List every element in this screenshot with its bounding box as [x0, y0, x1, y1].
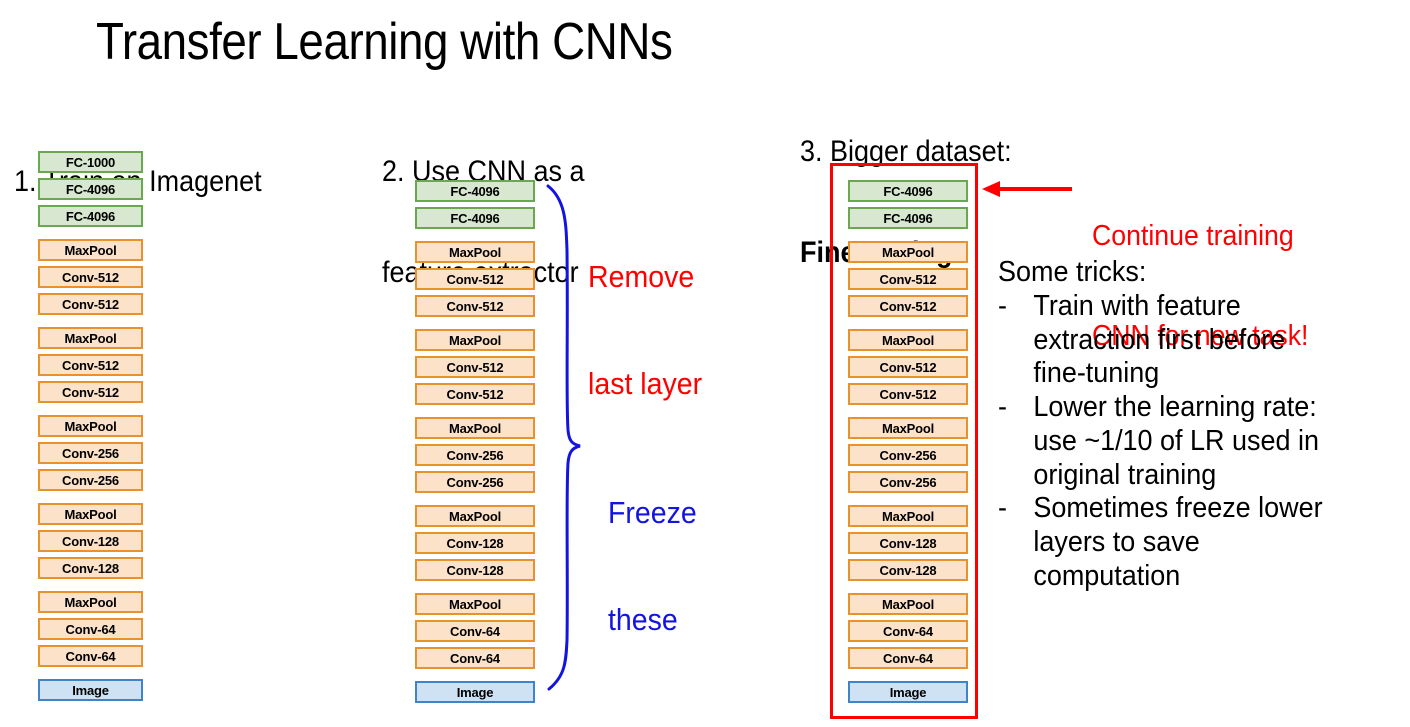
layer-box-fc-4096: FC-4096	[38, 205, 143, 227]
layer-box-maxpool: MaxPool	[848, 241, 968, 263]
layer-box-maxpool: MaxPool	[38, 327, 143, 349]
bullet-dash: -	[998, 492, 1007, 525]
tricks-item-text: Lower the learning rate: use ~1/10 of LR …	[1033, 391, 1319, 491]
layer-box-conv-256: Conv-256	[38, 469, 143, 491]
layer-box-conv-512: Conv-512	[848, 295, 968, 317]
layer-box-image: Image	[415, 681, 535, 703]
layer-box-conv-128: Conv-128	[848, 532, 968, 554]
layer-box-conv-256: Conv-256	[848, 471, 968, 493]
layer-box-conv-256: Conv-256	[38, 442, 143, 464]
layer-box-maxpool: MaxPool	[848, 329, 968, 351]
layer-box-conv-512: Conv-512	[38, 354, 143, 376]
annotation-remove-last-layer: Remove last layer	[588, 188, 702, 437]
layer-box-conv-512: Conv-512	[848, 268, 968, 290]
layer-box-fc-4096: FC-4096	[848, 207, 968, 229]
layer-box-conv-512: Conv-512	[38, 381, 143, 403]
annotation-remove-line-1: Remove	[588, 259, 695, 295]
layer-box-conv-64: Conv-64	[38, 618, 143, 640]
tricks-item: - Train with feature extraction first befo…	[998, 290, 1381, 391]
layer-box-maxpool: MaxPool	[848, 505, 968, 527]
layer-box-fc-4096: FC-4096	[38, 178, 143, 200]
layer-box-conv-512: Conv-512	[415, 295, 535, 317]
layer-box-conv-128: Conv-128	[38, 557, 143, 579]
tricks-list: Some tricks: - Train with feature extracti…	[998, 256, 1410, 594]
layer-box-maxpool: MaxPool	[38, 503, 143, 525]
layer-box-maxpool: MaxPool	[415, 241, 535, 263]
layer-box-conv-64: Conv-64	[848, 620, 968, 642]
layer-box-conv-128: Conv-128	[415, 559, 535, 581]
annotation-freeze-line-2: these	[608, 602, 678, 638]
annotation-continue-line-1: Continue training	[1092, 219, 1294, 252]
layer-box-conv-512: Conv-512	[415, 356, 535, 378]
layer-box-fc-4096: FC-4096	[415, 180, 535, 202]
layer-box-conv-512: Conv-512	[848, 356, 968, 378]
layer-box-fc-1000: FC-1000	[38, 151, 143, 173]
bullet-dash: -	[998, 391, 1007, 424]
tricks-item-text: Train with feature extraction first befor…	[1033, 289, 1286, 390]
layer-box-conv-128: Conv-128	[38, 530, 143, 552]
layer-box-conv-64: Conv-64	[848, 647, 968, 669]
layer-box-conv-256: Conv-256	[848, 444, 968, 466]
layer-box-maxpool: MaxPool	[415, 505, 535, 527]
layer-box-conv-512: Conv-512	[415, 383, 535, 405]
tricks-items: - Train with feature extraction first befo…	[998, 290, 1410, 594]
layer-box-maxpool: MaxPool	[38, 591, 143, 613]
layer-box-maxpool: MaxPool	[38, 415, 143, 437]
tricks-item: - Sometimes freeze lower layers to save com…	[998, 492, 1381, 593]
annotation-remove-line-2: last layer	[588, 366, 703, 402]
layer-box-conv-64: Conv-64	[415, 647, 535, 669]
layer-box-conv-256: Conv-256	[415, 444, 535, 466]
annotation-freeze-these: Freeze these	[608, 424, 697, 673]
layer-box-maxpool: MaxPool	[415, 593, 535, 615]
layer-box-conv-512: Conv-512	[415, 268, 535, 290]
tricks-title: Some tricks:	[998, 256, 1147, 288]
layer-box-conv-512: Conv-512	[38, 266, 143, 288]
tricks-item: - Lower the learning rate: use ~1/10 of LR…	[998, 391, 1381, 492]
network-column-fine-tuning: FC-4096 FC-4096 MaxPool Conv-512 Conv-512 Max…	[848, 180, 968, 703]
layer-box-conv-64: Conv-64	[38, 645, 143, 667]
layer-box-maxpool: MaxPool	[415, 329, 535, 351]
layer-box-conv-256: Conv-256	[415, 471, 535, 493]
network-column-imagenet: FC-1000 FC-4096 FC-4096 MaxPool Conv-512 Conv…	[38, 151, 143, 701]
annotation-freeze-line-1: Freeze	[608, 495, 697, 531]
layer-box-conv-512: Conv-512	[38, 293, 143, 315]
layer-box-image: Image	[848, 681, 968, 703]
layer-box-image: Image	[38, 679, 143, 701]
layer-box-maxpool: MaxPool	[848, 593, 968, 615]
slide-title: Transfer Learning with CNNs	[96, 13, 673, 71]
layer-box-maxpool: MaxPool	[415, 417, 535, 439]
layer-box-conv-64: Conv-64	[415, 620, 535, 642]
tricks-item-text: Sometimes freeze lower layers to save comp…	[1033, 492, 1323, 593]
layer-box-conv-128: Conv-128	[848, 559, 968, 581]
layer-box-fc-4096: FC-4096	[415, 207, 535, 229]
layer-box-fc-4096: FC-4096	[848, 180, 968, 202]
bullet-dash: -	[998, 289, 1007, 322]
layer-box-conv-512: Conv-512	[848, 383, 968, 405]
network-column-feature-extractor: FC-4096 FC-4096 MaxPool Conv-512 Conv-512 Max…	[415, 180, 535, 703]
layer-box-maxpool: MaxPool	[848, 417, 968, 439]
layer-box-conv-128: Conv-128	[415, 532, 535, 554]
layer-box-maxpool: MaxPool	[38, 239, 143, 261]
